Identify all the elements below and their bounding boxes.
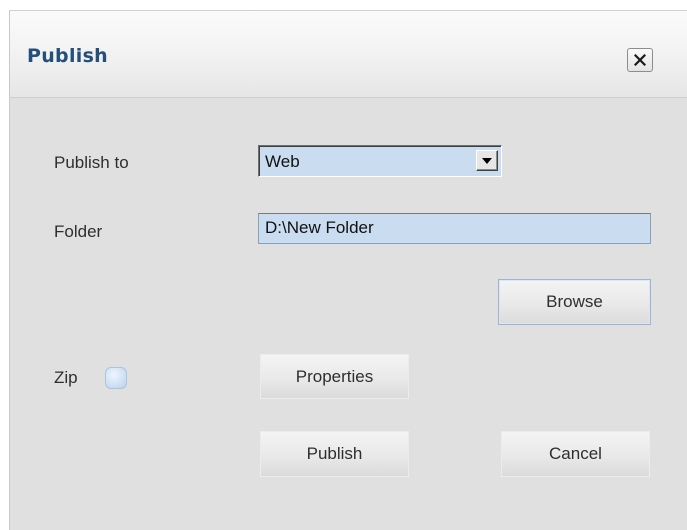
dialog-title: Publish [27, 45, 109, 67]
title-bar: Publish [10, 11, 687, 98]
publish-to-label: Publish to [54, 153, 129, 172]
publish-button[interactable]: Publish [260, 431, 409, 477]
zip-checkbox[interactable] [105, 367, 127, 389]
close-x-icon [634, 54, 646, 66]
publish-dialog: Publish Publish to Web Folder D:\New Fol… [9, 10, 687, 530]
dropdown-arrow-button[interactable] [476, 150, 498, 171]
publish-to-select[interactable]: Web [258, 145, 502, 177]
folder-input[interactable]: D:\New Folder [258, 213, 651, 244]
folder-label: Folder [54, 222, 103, 241]
browse-button[interactable]: Browse [498, 279, 651, 325]
publish-to-value: Web [265, 152, 300, 171]
zip-label: Zip [54, 368, 78, 387]
chevron-down-icon [482, 157, 492, 164]
cancel-button[interactable]: Cancel [501, 431, 650, 477]
properties-button[interactable]: Properties [260, 354, 409, 399]
close-button[interactable] [627, 48, 653, 72]
